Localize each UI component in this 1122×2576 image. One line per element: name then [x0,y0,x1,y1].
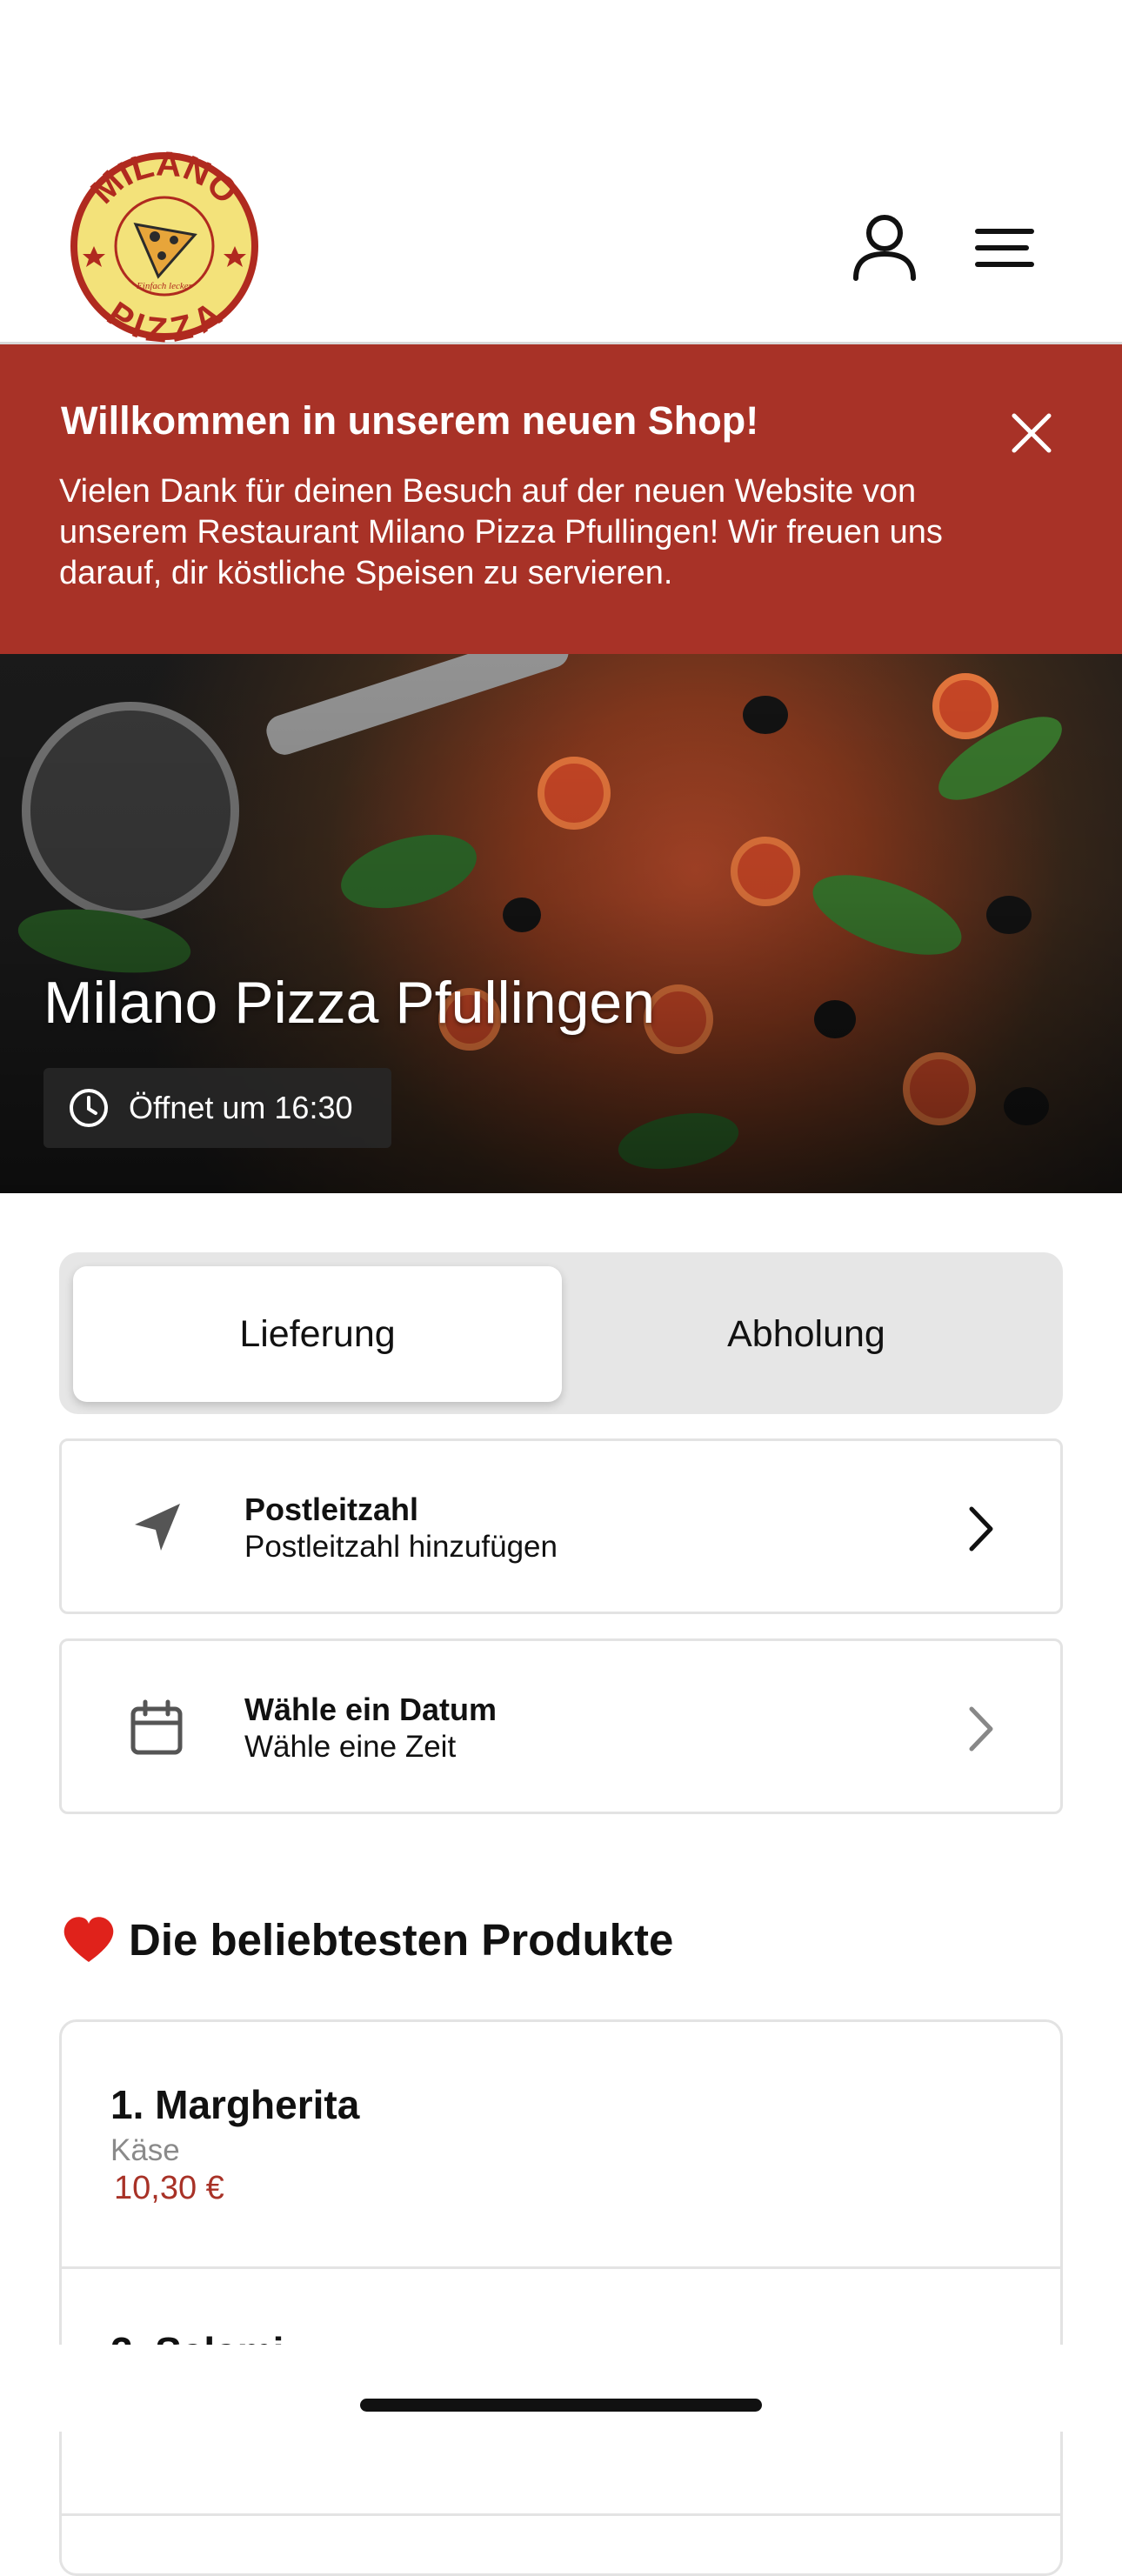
postcode-title: Postleitzahl [244,1492,419,1527]
order-mode-toggle: Lieferung Abholung [59,1252,1063,1414]
welcome-banner: Willkommen in unserem neuen Shop! Vielen… [0,344,1122,654]
chevron-right-icon [969,1706,993,1752]
svg-text:Einfach lecker: Einfach lecker [136,281,193,291]
tab-pickup[interactable]: Abholung [562,1266,1051,1402]
product-price: 10,30 € [114,2170,224,2206]
product-description: Käse [110,2133,180,2167]
hero-image: Milano Pizza Pfullingen Öffnet um 16:30 [0,654,1122,1193]
heart-icon [63,1917,114,1962]
product-list: 1. Margherita Käse 10,30 € 2. Salami [59,2019,1063,2576]
chevron-right-icon [969,1506,993,1552]
banner-text: Vielen Dank für deinen Besuch auf der ne… [59,473,943,591]
hamburger-menu-icon[interactable] [965,209,1044,287]
opening-status-badge: Öffnet um 16:30 [43,1068,391,1148]
milano-pizza-logo[interactable]: MILANO PIZZA Einfach lecker [68,150,261,343]
home-indicator[interactable] [360,2399,762,2412]
list-item[interactable]: 1. Margherita Käse 10,30 € [62,2022,1060,2269]
popular-products-title: Die beliebtesten Produkte [129,1914,674,1965]
close-icon[interactable] [1007,409,1056,457]
postcode-subtitle: Postleitzahl hinzufügen [244,1530,558,1564]
date-title: Wähle ein Datum [244,1692,498,1727]
restaurant-name: Milano Pizza Pfullingen [43,970,656,1036]
date-selector[interactable]: Wähle ein Datum Wähle eine Zeit [59,1638,1063,1814]
tab-delivery[interactable]: Lieferung [73,1266,562,1402]
user-icon[interactable] [845,209,924,287]
clock-icon [70,1089,108,1127]
calendar-icon [130,1699,183,1755]
location-arrow-icon [135,1504,180,1551]
banner-title: Willkommen in unserem neuen Shop! [61,398,759,443]
product-name: 1. Margherita [110,2082,360,2127]
postcode-selector[interactable]: Postleitzahl Postleitzahl hinzufügen [59,1438,1063,1614]
site-header: MILANO PIZZA Einfach lecker [0,0,1122,344]
popular-products-heading: Die beliebtesten Produkte [61,1913,673,1965]
opening-status-text: Öffnet um 16:30 [129,1090,353,1125]
date-subtitle: Wähle eine Zeit [244,1730,457,1764]
